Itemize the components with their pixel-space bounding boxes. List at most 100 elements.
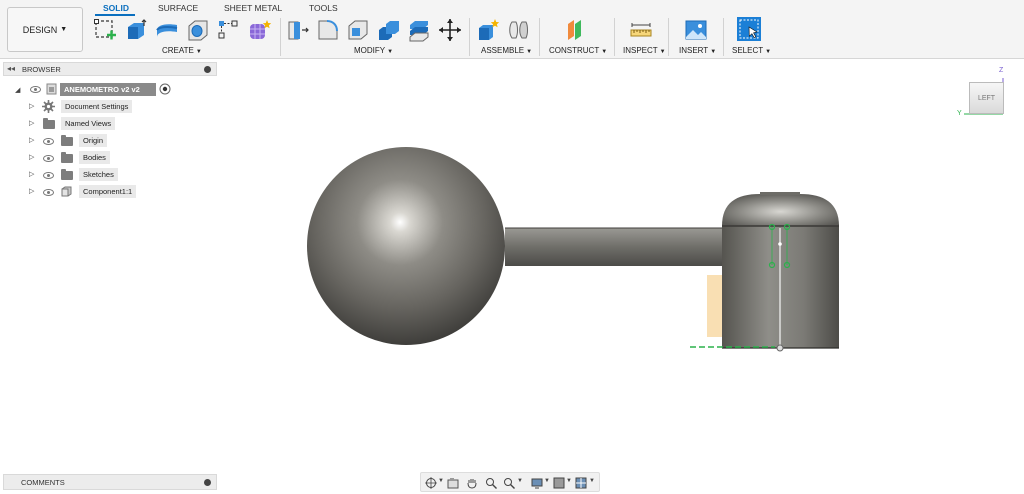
measure-icon[interactable] [629, 18, 653, 42]
hole-icon[interactable] [186, 18, 210, 42]
inspect-label: INSPECT [623, 46, 658, 55]
visibility-eye-icon[interactable] [43, 189, 54, 196]
joint-icon[interactable] [507, 18, 531, 42]
folder-icon [61, 169, 73, 180]
insert-image-icon[interactable] [684, 18, 708, 42]
select-label: SELECT [732, 46, 764, 55]
workspace-design-button[interactable]: DESIGN ▼ [7, 7, 83, 52]
toolbar-divider [614, 18, 615, 56]
chevron-down-icon: ▼ [387, 49, 394, 55]
select-menu[interactable]: SELECT ▼ [732, 46, 771, 55]
tab-surface[interactable]: SURFACE [158, 3, 198, 13]
anemometer-cup-sphere[interactable] [307, 147, 505, 345]
create-menu[interactable]: CREATE ▼ [162, 46, 202, 55]
shell-icon[interactable] [346, 18, 370, 42]
browser-item-sketches[interactable]: Sketches [79, 168, 118, 181]
gear-icon [42, 100, 55, 113]
toolbar-divider [668, 18, 669, 56]
new-component-icon[interactable] [476, 18, 500, 42]
expand-triangle-icon[interactable]: ▷ [29, 187, 34, 195]
comments-panel-header[interactable]: COMMENTS [3, 474, 217, 490]
chevron-down-icon: ▼ [659, 49, 666, 55]
offset-face-icon[interactable] [407, 18, 431, 42]
chevron-down-icon[interactable]: ▼ [544, 478, 550, 484]
create-form-icon[interactable] [248, 18, 272, 42]
tab-sheet-metal[interactable]: SHEET METAL [224, 3, 282, 13]
insert-label: INSERT [679, 46, 709, 55]
folder-icon [43, 118, 55, 129]
viewports-icon[interactable] [575, 477, 587, 489]
sketch-plane[interactable] [707, 275, 779, 337]
pan-hand-icon[interactable] [466, 477, 478, 489]
chevron-down-icon: ▼ [195, 49, 202, 55]
orbit-icon[interactable] [425, 477, 437, 489]
panel-pin-icon[interactable] [204, 66, 211, 73]
expand-triangle-icon[interactable]: ▷ [29, 170, 34, 178]
anemometer-arm[interactable] [505, 227, 727, 266]
expand-triangle-icon[interactable]: ◢ [15, 86, 20, 94]
chevron-down-icon[interactable]: ▼ [589, 478, 595, 484]
browser-item-component1[interactable]: Component1:1 [79, 185, 137, 198]
zoom-icon[interactable] [485, 477, 497, 489]
visibility-eye-icon[interactable] [43, 172, 54, 179]
visibility-eye-icon[interactable] [43, 155, 54, 162]
expand-triangle-icon[interactable]: ▷ [29, 119, 34, 127]
browser-title: BROWSER [22, 65, 61, 74]
collapse-icon[interactable]: ◂◂ [7, 64, 15, 73]
active-tab-indicator [95, 14, 135, 16]
modify-menu[interactable]: MODIFY ▼ [354, 46, 393, 55]
anemometer-hub[interactable] [722, 192, 839, 349]
move-icon[interactable] [438, 18, 462, 42]
fusion-app-window: DESIGN ▼ SOLID SURFACE SHEET METAL TOOLS [0, 0, 1024, 494]
new-sketch-icon[interactable] [93, 18, 117, 42]
expand-triangle-icon[interactable]: ▷ [29, 102, 34, 110]
panel-pin-icon[interactable] [204, 479, 211, 486]
press-pull-icon[interactable] [286, 18, 310, 42]
comments-title: COMMENTS [21, 478, 65, 487]
visibility-eye-icon[interactable] [43, 138, 54, 145]
select-icon[interactable] [736, 16, 762, 42]
tab-solid[interactable]: SOLID [103, 3, 129, 13]
fillet-icon[interactable] [316, 18, 340, 42]
chevron-down-icon[interactable]: ▼ [438, 478, 444, 484]
revolve-icon[interactable] [155, 18, 179, 42]
modify-label: MODIFY [354, 46, 386, 55]
zoom-window-icon[interactable] [503, 477, 515, 489]
browser-item-origin[interactable]: Origin [79, 134, 108, 147]
workspace-label: DESIGN [22, 24, 58, 35]
chevron-down-icon: ▼ [526, 49, 533, 55]
toolbar-divider [539, 18, 540, 56]
inspect-menu[interactable]: INSPECT ▼ [623, 46, 666, 55]
chevron-down-icon[interactable]: ▼ [517, 478, 523, 484]
visibility-eye-icon[interactable] [30, 86, 41, 93]
browser-item-bodies[interactable]: Bodies [79, 151, 110, 164]
look-at-icon[interactable] [447, 477, 459, 489]
browser-item-named-views[interactable]: Named Views [61, 117, 116, 130]
active-radio-icon[interactable] [159, 83, 171, 95]
viewcube-left-face[interactable]: LEFT [969, 82, 1004, 114]
chevron-down-icon[interactable]: ▼ [566, 478, 572, 484]
pattern-icon[interactable] [217, 18, 241, 42]
component-icon [61, 186, 72, 197]
assemble-menu[interactable]: ASSEMBLE ▼ [481, 46, 532, 55]
combine-icon[interactable] [377, 18, 401, 42]
document-icon [46, 83, 57, 95]
browser-item-document-settings[interactable]: Document Settings [61, 100, 133, 113]
chevron-down-icon: ▼ [710, 49, 717, 55]
offset-plane-icon[interactable] [563, 18, 587, 42]
expand-triangle-icon[interactable]: ▷ [29, 136, 34, 144]
grid-settings-icon[interactable] [553, 477, 565, 489]
insert-menu[interactable]: INSERT ▼ [679, 46, 716, 55]
toolbar: DESIGN ▼ SOLID SURFACE SHEET METAL TOOLS [0, 0, 1024, 59]
browser-panel-header[interactable]: ◂◂ BROWSER [3, 62, 217, 76]
toolbar-divider [280, 18, 281, 56]
chevron-down-icon: ▼ [765, 49, 772, 55]
sketch-geometry[interactable] [690, 223, 791, 352]
navigation-bar: ▼ ▼ ▼ ▼ ▼ [420, 472, 600, 492]
browser-root-node[interactable]: ANEMOMETRO v2 v2 [60, 83, 156, 96]
display-settings-icon[interactable] [531, 477, 543, 489]
expand-triangle-icon[interactable]: ▷ [29, 153, 34, 161]
extrude-icon[interactable] [124, 18, 148, 42]
construct-menu[interactable]: CONSTRUCT ▼ [549, 46, 607, 55]
tab-tools[interactable]: TOOLS [309, 3, 338, 13]
